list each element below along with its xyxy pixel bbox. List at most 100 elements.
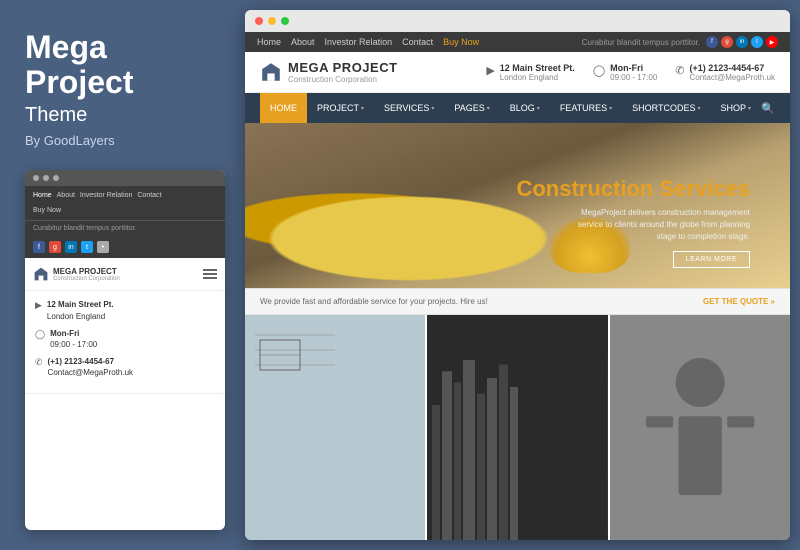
mobile-phone-icon: ✆ [35,357,43,368]
topbar-investor[interactable]: Investor Relation [325,37,393,47]
header-location-icon: ▶ [486,64,494,77]
topbar-about[interactable]: About [291,37,315,47]
mobile-nav-contact[interactable]: Contact [135,192,161,199]
thumbnail-1[interactable] [245,315,425,540]
topbar-linkedin-icon[interactable]: in [736,36,748,48]
nav-shortcodes[interactable]: SHORTCODES ▾ [622,93,710,123]
topbar-youtube-icon[interactable]: ▶ [766,36,778,48]
mobile-nav-home[interactable]: Home [33,192,52,199]
mobile-lorem-text: Curabitur blandit tempus porttitor. [25,220,225,236]
site-nav-items: HOME PROJECT ▾ SERVICES ▾ PAGES ▾ BLOG ▾… [260,93,761,123]
mobile-hours-row: ◯ Mon-Fri 09:00 - 17:00 [35,328,215,350]
mobile-hours-label: Mon-Fri [50,329,79,338]
thumbnail-3[interactable] [610,315,790,540]
theme-name: MegaProject [25,30,225,100]
thumbnail-2-image [427,315,607,540]
header-city: London England [500,73,575,82]
mobile-dot-1 [33,175,39,181]
mobile-dot-3 [53,175,59,181]
nav-features[interactable]: FEATURES ▾ [550,93,622,123]
hero-title-text: Construction [516,176,653,201]
site-logo-sub: Construction Corporation [288,75,398,84]
topbar-contact[interactable]: Contact [402,37,433,47]
mobile-linkedin-icon[interactable]: in [65,241,77,253]
header-hours-content: Mon-Fri 09:00 - 17:00 [610,63,657,82]
project-chevron: ▾ [361,105,364,112]
site-main-nav: HOME PROJECT ▾ SERVICES ▾ PAGES ▾ BLOG ▾… [245,93,790,123]
mobile-logo-text: MEGA PROJECT [53,267,120,276]
header-address-label: 12 Main Street Pt. [500,63,575,73]
nav-pages[interactable]: PAGES ▾ [444,93,499,123]
nav-project[interactable]: PROJECT ▾ [307,93,374,123]
mobile-phone-text: (+1) 2123-4454-67 Contact@MegaProth.uk [48,356,134,378]
browser-close-dot[interactable] [255,17,263,25]
hero-learn-more-button[interactable]: LEARN MORE [673,251,750,268]
mobile-top-bar [25,170,225,186]
features-chevron: ▾ [609,105,612,112]
nav-services[interactable]: SERVICES ▾ [374,93,444,123]
nav-home[interactable]: HOME [260,93,307,123]
mobile-header: MEGA PROJECT Construction Corporation [25,258,225,291]
shop-chevron: ▾ [748,105,751,112]
mobile-hours-value: 09:00 - 17:00 [50,340,97,349]
topbar-home[interactable]: Home [257,37,281,47]
pages-chevron: ▾ [487,105,490,112]
site-header-info: ▶ 12 Main Street Pt. London England ◯ Mo… [486,63,775,82]
left-panel: MegaProject Theme By GoodLayers Home Abo… [0,0,245,550]
thumbnail-row [245,315,790,540]
get-quote-button[interactable]: GET THE QUOTE » [703,297,775,306]
mobile-google-icon[interactable]: g [49,241,61,253]
quote-bar-text: We provide fast and affordable service f… [260,297,488,306]
site-logo-text: MEGA PROJECT [288,60,398,75]
topbar-google-icon[interactable]: g [721,36,733,48]
site-topbar-nav: Home About Investor Relation Contact Buy… [257,37,479,47]
shortcodes-chevron: ▾ [698,105,701,112]
header-phone-item: ✆ (+1) 2123-4454-67 Contact@MegaProth.uk [675,63,775,82]
mobile-phone-number: (+1) 2123-4454-67 [48,357,115,366]
mobile-nav: Home About Investor Relation Contact [25,186,225,205]
mobile-nav-investor[interactable]: Investor Relation [78,192,132,199]
quote-bar: We provide fast and affordable service f… [245,288,790,315]
mobile-menu-line-1 [203,269,217,271]
nav-search-icon[interactable]: 🔍 [761,102,775,115]
thumbnail-2[interactable] [427,315,607,540]
hero-subtitle: MegaProject delivers construction manage… [570,207,770,243]
site-topbar: Home About Investor Relation Contact Buy… [245,32,790,52]
header-phone-content: (+1) 2123-4454-67 Contact@MegaProth.uk [690,63,776,82]
mobile-hours-text: Mon-Fri 09:00 - 17:00 [50,328,97,350]
theme-type: Theme [25,104,225,127]
site-logo: MEGA PROJECT Construction Corporation [260,60,398,84]
nav-blog[interactable]: BLOG ▾ [500,93,550,123]
mobile-dot-2 [43,175,49,181]
mobile-buynow[interactable]: Buy Now [33,207,61,214]
mobile-mockup: Home About Investor Relation Contact Buy… [25,170,225,530]
mobile-phone-row: ✆ (+1) 2123-4454-67 Contact@MegaProth.uk [35,356,215,378]
mobile-city: London England [47,312,105,321]
browser-minimize-dot[interactable] [268,17,276,25]
hero-title: Construction Services [265,176,770,202]
topbar-buynow[interactable]: Buy Now [443,37,479,47]
thumbnail-3-image [610,315,790,540]
topbar-facebook-icon[interactable]: f [706,36,718,48]
topbar-twitter-icon[interactable]: t [751,36,763,48]
mobile-menu-line-2 [203,273,217,275]
mobile-nav-buynow: Buy Now [25,205,225,220]
site-topbar-right: Curabitur blandit tempus porttitor. f g … [582,36,778,48]
mobile-twitter-icon[interactable]: t [81,241,93,253]
header-hours-label: Mon-Fri [610,63,657,73]
nav-shop[interactable]: SHOP ▾ [711,93,762,123]
header-hours-item: ◯ Mon-Fri 09:00 - 17:00 [593,63,657,82]
browser-maximize-dot[interactable] [281,17,289,25]
topbar-lorem: Curabitur blandit tempus porttitor. [582,38,700,47]
mobile-nav-about[interactable]: About [55,192,75,199]
header-phone-icon: ✆ [675,64,684,77]
header-address-content: 12 Main Street Pt. London England [500,63,575,82]
browser-mockup: Home About Investor Relation Contact Buy… [245,10,790,540]
mobile-extra-icon[interactable]: • [97,241,109,253]
thumbnail-2-overlay [427,315,607,540]
mobile-hamburger-icon[interactable] [203,269,217,279]
mobile-logo-sub: Construction Corporation [53,276,120,282]
mobile-facebook-icon[interactable]: f [33,241,45,253]
thumbnail-3-overlay [610,315,790,540]
site-header: MEGA PROJECT Construction Corporation ▶ … [245,52,790,93]
